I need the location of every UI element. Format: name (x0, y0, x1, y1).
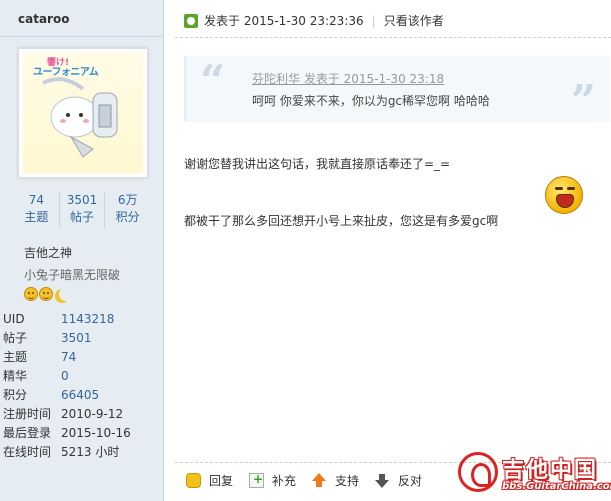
stat-posts-label: 帖子 (70, 210, 95, 224)
info-row: 精华 0 (3, 367, 161, 386)
online-status-icon (184, 13, 198, 28)
emoji-eye (567, 187, 575, 190)
info-key: 帖子 (3, 331, 28, 345)
rank-stars (24, 287, 73, 301)
stat-topics-count: 74 (28, 193, 44, 207)
quote-block: “ 芬陀利华 发表于 2015-1-30 23:18 呵呵 你爱来不来，你以为g… (184, 56, 610, 127)
info-key: 积分 (3, 388, 28, 402)
quote-author-link[interactable]: 芬陀利华 发表于 2015-1-30 23:18 (252, 70, 444, 87)
info-key: UID (3, 312, 25, 326)
info-row: 注册时间 2010-9-12 (3, 405, 161, 424)
info-value: 2015-10-16 (61, 426, 131, 440)
open-quote-icon: “ (200, 56, 226, 107)
site-watermark: 吉他中国 bbs.GuitarChina.com (458, 448, 611, 498)
close-quote-icon: ” (570, 76, 596, 127)
info-row: 积分 66405 (3, 386, 161, 405)
info-value: 2010-9-12 (61, 407, 124, 421)
thumbs-down-arrow-icon (375, 473, 390, 488)
avatar[interactable]: 響け! ユーフォニアム (18, 48, 148, 178)
reply-icon (186, 473, 201, 488)
oppose-button[interactable]: 反对 (375, 472, 422, 489)
info-key: 主题 (3, 350, 28, 364)
user-rank-title[interactable]: 吉他之神 (24, 244, 72, 261)
emoji-eye (555, 187, 563, 190)
post-header-divider (175, 37, 611, 38)
add-comment-button[interactable]: 补充 (249, 472, 296, 489)
info-value[interactable]: 1143218 (61, 310, 114, 329)
stat-credits-count: 6万 (117, 193, 138, 207)
post-actions: 回复 补充 支持 反对 (186, 472, 438, 489)
stat-topics-label: 主题 (24, 210, 49, 224)
info-value[interactable]: 74 (61, 348, 76, 367)
info-row: 在线时间 5213 小时 (3, 443, 161, 462)
reply-button[interactable]: 回复 (186, 472, 233, 489)
post-body-line: 谢谢您替我讲出这句话，我就直接原话奉还了=_= (184, 157, 451, 171)
support-button[interactable]: 支持 (312, 472, 359, 489)
emoji-mouth (556, 194, 574, 208)
avatar-image: 響け! ユーフォニアム (23, 53, 143, 173)
quote-text: 呵呵 你爱来不来，你以为gc稀罕您啊 哈哈哈 (252, 94, 490, 108)
add-comment-label: 补充 (272, 474, 297, 488)
oppose-label: 反对 (398, 474, 423, 488)
stat-credits-label: 积分 (115, 210, 140, 224)
add-note-icon (249, 472, 265, 488)
info-key: 最后登录 (3, 426, 52, 440)
watermark-url: bbs.GuitarChina.com (502, 481, 611, 492)
author-sidebar: cataroo 響け! ユーフォニアム 74 主题 3501 帖子 6万 积分 … (0, 0, 164, 501)
sun-rank-icon (24, 287, 38, 301)
info-value[interactable]: 66405 (61, 386, 99, 405)
post-header: 发表于 2015-1-30 23:23:36 | 只看该作者 (184, 12, 444, 29)
moon-rank-icon (59, 287, 73, 301)
info-row: 最后登录 2015-10-16 (3, 424, 161, 443)
guitarchina-logo-icon (458, 452, 498, 492)
only-author-link[interactable]: 只看该作者 (384, 12, 444, 29)
info-row: 主题 74 (3, 348, 161, 367)
info-row: UID 1143218 (3, 310, 161, 329)
info-key: 注册时间 (3, 407, 52, 421)
sun-rank-icon (39, 287, 53, 301)
sidebar-divider (0, 36, 163, 37)
info-value: 5213 小时 (61, 445, 120, 459)
stat-posts[interactable]: 3501 帖子 (58, 192, 105, 228)
stat-topics[interactable]: 74 主题 (14, 192, 59, 228)
stat-posts-count: 3501 (66, 193, 98, 207)
info-key: 在线时间 (3, 445, 52, 459)
thumbs-up-arrow-icon (312, 473, 327, 488)
watermark-title: 吉他中国 (502, 458, 599, 483)
post-timestamp: 发表于 2015-1-30 23:23:36 (204, 14, 364, 28)
info-row: 帖子 3501 (3, 329, 161, 348)
user-custom-title: 小兔子暗黑无限破 (24, 268, 121, 282)
stat-credits[interactable]: 6万 积分 (104, 192, 150, 228)
reply-label: 回复 (209, 474, 234, 488)
user-stats: 74 主题 3501 帖子 6万 积分 (14, 192, 150, 228)
user-info-list: UID 1143218 帖子 3501 主题 74 精华 0 积分 66405 … (3, 310, 161, 462)
support-label: 支持 (335, 474, 360, 488)
laughing-emoji-icon (545, 176, 583, 214)
euphonium-character-illustration (42, 77, 118, 158)
author-username[interactable]: cataroo (18, 12, 69, 26)
info-key: 精华 (3, 369, 28, 383)
post-body-line: 都被干了那么多回还想开小号上来扯皮，您这是有多爱gc啊 (184, 214, 499, 228)
header-separator: | (371, 13, 376, 28)
info-value[interactable]: 3501 (61, 329, 92, 348)
info-value[interactable]: 0 (61, 367, 69, 386)
